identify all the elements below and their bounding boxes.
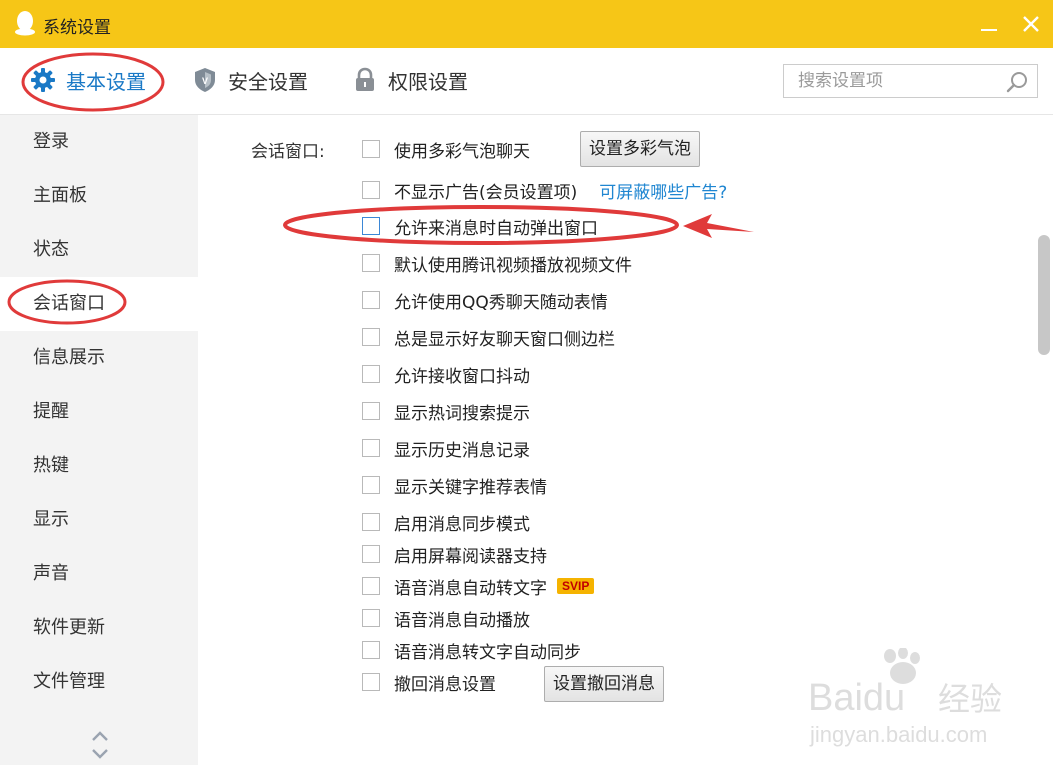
sidebar-item-hotkeys[interactable]: 热键 bbox=[0, 439, 198, 493]
option-checkbox[interactable] bbox=[362, 402, 380, 420]
close-button[interactable] bbox=[1016, 8, 1046, 38]
search-icon[interactable] bbox=[1005, 70, 1029, 94]
svg-text:V: V bbox=[202, 76, 208, 86]
content-scrollbar[interactable] bbox=[1038, 235, 1050, 355]
option-checkbox[interactable] bbox=[362, 140, 380, 158]
option-label: 显示热词搜索提示 bbox=[394, 403, 530, 424]
option-label: 语音消息自动播放 bbox=[394, 610, 530, 631]
option-checkbox[interactable] bbox=[362, 254, 380, 272]
sidebar-item-chat-window[interactable]: 会话窗口 bbox=[0, 277, 198, 331]
option-label: 默认使用腾讯视频播放视频文件 bbox=[394, 255, 632, 276]
option-checkbox[interactable] bbox=[362, 513, 380, 531]
option-checkbox[interactable] bbox=[362, 545, 380, 563]
option-row: 默认使用腾讯视频播放视频文件 bbox=[362, 249, 632, 277]
option-checkbox[interactable] bbox=[362, 609, 380, 627]
option-label: 撤回消息设置 bbox=[394, 674, 496, 695]
option-label: 启用消息同步模式 bbox=[394, 514, 530, 535]
option-checkbox[interactable] bbox=[362, 641, 380, 659]
sidebar-item-display[interactable]: 显示 bbox=[0, 493, 198, 547]
option-checkbox[interactable] bbox=[362, 365, 380, 383]
lock-icon bbox=[356, 67, 374, 91]
option-label: 语音消息转文字自动同步 bbox=[394, 642, 581, 663]
option-row: 总是显示好友聊天窗口侧边栏 bbox=[362, 323, 615, 351]
option-row: 启用消息同步模式 bbox=[362, 508, 530, 536]
sidebar-item-main-panel[interactable]: 主面板 bbox=[0, 169, 198, 223]
tab-permission-settings[interactable]: 权限设置 bbox=[352, 60, 468, 100]
sidebar-item-software-update[interactable]: 软件更新 bbox=[0, 601, 198, 655]
option-label: 不显示广告(会员设置项) bbox=[394, 182, 578, 203]
option-checkbox[interactable] bbox=[362, 217, 380, 235]
option-checkbox[interactable] bbox=[362, 291, 380, 309]
option-label: 显示关键字推荐表情 bbox=[394, 477, 547, 498]
option-row: 使用多彩气泡聊天 bbox=[362, 135, 530, 163]
option-checkbox[interactable] bbox=[362, 439, 380, 457]
sidebar-item-info-display[interactable]: 信息展示 bbox=[0, 331, 198, 385]
sidebar-item-status[interactable]: 状态 bbox=[0, 223, 198, 277]
option-checkbox[interactable] bbox=[362, 476, 380, 494]
watermark-brand: Baidu bbox=[808, 677, 905, 719]
option-label: 允许使用QQ秀聊天随动表情 bbox=[394, 292, 608, 313]
title-bar[interactable]: 系统设置 bbox=[0, 0, 1053, 49]
option-label: 允许来消息时自动弹出窗口 bbox=[394, 218, 598, 239]
sidebar-scroll-arrows-icon[interactable] bbox=[88, 727, 112, 763]
option-row: 语音消息自动转文字 SVIP bbox=[362, 572, 595, 600]
watermark-brand-cn: 经验 bbox=[938, 680, 1002, 718]
option-checkbox[interactable] bbox=[362, 328, 380, 346]
tab-security-settings[interactable]: V 安全设置 bbox=[192, 60, 308, 100]
option-row: 不显示广告(会员设置项) 可屏蔽哪些广告? bbox=[362, 176, 727, 204]
blockable-ads-link[interactable]: 可屏蔽哪些广告? bbox=[599, 178, 727, 203]
settings-toolbar: 基本设置 V 安全设置 权限设置 bbox=[0, 48, 1053, 115]
option-label: 语音消息自动转文字 bbox=[394, 578, 547, 599]
option-label: 总是显示好友聊天窗口侧边栏 bbox=[394, 329, 615, 350]
sidebar-item-login[interactable]: 登录 bbox=[0, 115, 198, 169]
gear-icon bbox=[31, 68, 55, 92]
option-row: 语音消息转文字自动同步 bbox=[362, 636, 581, 664]
tab-permission-settings-label: 权限设置 bbox=[388, 69, 468, 94]
option-checkbox[interactable] bbox=[362, 577, 380, 595]
window-title: 系统设置 bbox=[43, 18, 111, 38]
tab-basic-settings[interactable]: 基本设置 bbox=[30, 60, 146, 100]
option-label: 允许接收窗口抖动 bbox=[394, 366, 530, 387]
sidebar-item-reminder[interactable]: 提醒 bbox=[0, 385, 198, 439]
minimize-button[interactable] bbox=[975, 10, 1005, 40]
option-checkbox[interactable] bbox=[362, 673, 380, 691]
option-row: 允许接收窗口抖动 bbox=[362, 360, 530, 388]
baidu-jingyan-watermark: Baidu 经验 jingyan.baidu.com bbox=[808, 648, 1002, 747]
option-row: 允许使用QQ秀聊天随动表情 bbox=[362, 286, 608, 314]
option-row: 撤回消息设置 bbox=[362, 668, 496, 696]
tab-security-settings-label: 安全设置 bbox=[228, 69, 308, 94]
search-input[interactable] bbox=[796, 65, 1005, 97]
set-colorful-bubble-button[interactable]: 设置多彩气泡 bbox=[580, 131, 700, 167]
option-checkbox[interactable] bbox=[362, 181, 380, 199]
option-row: 显示历史消息记录 bbox=[362, 434, 530, 462]
set-recall-message-button[interactable]: 设置撤回消息 bbox=[544, 666, 664, 702]
svip-badge: SVIP bbox=[557, 578, 595, 594]
section-label-chat-window: 会话窗口: bbox=[251, 142, 325, 162]
qq-penguin-icon bbox=[15, 11, 35, 36]
settings-window: 系统设置 基本设置 V 安全设置 权限设置 搜索设置项 登录 主面板 状态 会话… bbox=[0, 0, 1053, 765]
shield-icon: V bbox=[195, 68, 215, 92]
option-label: 使用多彩气泡聊天 bbox=[394, 141, 530, 162]
search-box[interactable] bbox=[783, 64, 1038, 98]
sidebar-item-sound[interactable]: 声音 bbox=[0, 547, 198, 601]
option-row: 启用屏幕阅读器支持 bbox=[362, 540, 547, 568]
option-row: 显示关键字推荐表情 bbox=[362, 471, 547, 499]
option-row: 显示热词搜索提示 bbox=[362, 397, 530, 425]
settings-sidebar: 登录 主面板 状态 会话窗口 信息展示 提醒 热键 显示 声音 软件更新 文件管… bbox=[0, 115, 198, 765]
option-row: 语音消息自动播放 bbox=[362, 604, 530, 632]
sidebar-item-file-management[interactable]: 文件管理 bbox=[0, 655, 198, 709]
option-row-highlighted: 允许来消息时自动弹出窗口 bbox=[362, 212, 598, 240]
tab-basic-settings-label: 基本设置 bbox=[66, 69, 146, 94]
option-label: 显示历史消息记录 bbox=[394, 440, 530, 461]
watermark-url: jingyan.baidu.com bbox=[809, 722, 987, 747]
option-label: 启用屏幕阅读器支持 bbox=[394, 546, 547, 567]
